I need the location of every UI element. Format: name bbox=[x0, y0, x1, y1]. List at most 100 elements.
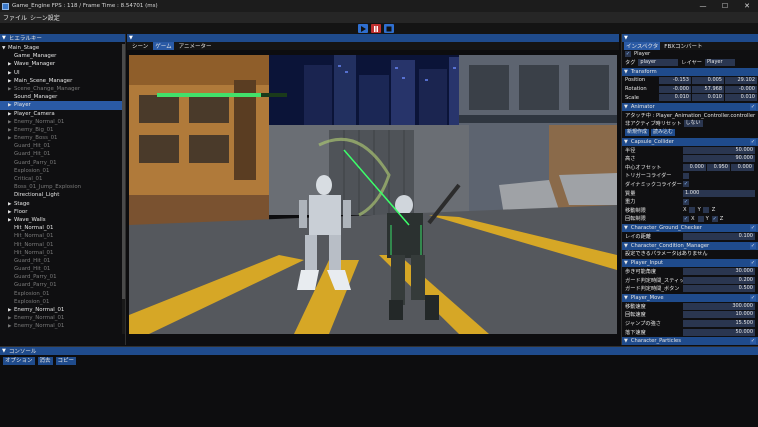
collapse-icon[interactable]: ▼ bbox=[624, 139, 628, 145]
console-options-button[interactable]: オプション bbox=[3, 357, 35, 365]
menu-file[interactable]: ファイル bbox=[3, 13, 27, 22]
hierarchy-item[interactable]: ▶ Main_Scene_Manager bbox=[0, 77, 123, 85]
component-enabled-checkbox[interactable]: ✓ bbox=[750, 138, 756, 145]
hierarchy-item[interactable]: Game_Manager bbox=[0, 52, 123, 60]
guard-stick-field[interactable]: 0.200 bbox=[683, 276, 755, 284]
hierarchy-item[interactable]: Guard_Hit_01 bbox=[0, 150, 123, 158]
hierarchy-item[interactable]: ▼ Main_Stage bbox=[0, 44, 123, 52]
animator-reset-select[interactable]: しない bbox=[683, 120, 703, 128]
hierarchy-item[interactable]: ▶ Wave_Walls bbox=[0, 216, 123, 224]
hierarchy-item[interactable]: Guard_Hit_01 bbox=[0, 257, 123, 265]
hierarchy-item[interactable]: Explosion_01 bbox=[0, 290, 123, 298]
move-y-checkbox[interactable] bbox=[702, 207, 709, 214]
menu-scene-settings[interactable]: シーン設定 bbox=[30, 13, 60, 22]
capsule-collider-header[interactable]: ▼ Capsule_Collider ✓ bbox=[622, 137, 758, 146]
hierarchy-header[interactable]: ▼ ヒエラルキー bbox=[0, 34, 125, 42]
new-controller-button[interactable]: 新規作成 bbox=[625, 128, 650, 136]
hierarchy-item[interactable]: Hit_Normal_01 bbox=[0, 249, 123, 257]
hierarchy-item[interactable]: ▶ Enemy_Normal_01 bbox=[0, 314, 123, 322]
component-enabled-checkbox[interactable]: ✓ bbox=[750, 103, 756, 110]
game-viewport[interactable] bbox=[129, 55, 617, 334]
center-z-field[interactable]: 0.000 bbox=[731, 163, 754, 171]
condition-manager-header[interactable]: ▼ Character_Condition_Manager ✓ bbox=[622, 241, 758, 250]
scale-y-field[interactable]: 0.010 bbox=[692, 94, 724, 102]
collapse-icon[interactable]: ▼ bbox=[624, 104, 628, 110]
tab-inspector[interactable]: インスペクタ bbox=[624, 42, 661, 50]
walk-angle-field[interactable]: 30.000 bbox=[683, 268, 755, 276]
tag-select[interactable]: player bbox=[638, 59, 679, 67]
collapse-icon[interactable]: ▼ bbox=[624, 225, 628, 231]
player-move-header[interactable]: ▼ Player_Move ✓ bbox=[622, 294, 758, 303]
component-enabled-checkbox[interactable]: ✓ bbox=[750, 260, 756, 267]
gravity-checkbox[interactable]: ✓ bbox=[683, 198, 689, 205]
rotation-x-field[interactable]: -0.000 bbox=[659, 85, 691, 93]
collapse-icon[interactable]: ▼ bbox=[624, 243, 628, 249]
hierarchy-item[interactable]: ▶ Enemy_Normal_01 bbox=[0, 118, 123, 126]
hierarchy-item[interactable]: ▶ Enemy_Normal_01 bbox=[0, 322, 123, 330]
player-input-header[interactable]: ▼ Player_Input ✓ bbox=[622, 259, 758, 268]
object-name[interactable]: Player bbox=[634, 51, 650, 57]
hierarchy-item[interactable]: ▶ Player_Camera bbox=[0, 110, 123, 118]
ray-distance-field[interactable]: 0.100 bbox=[683, 232, 755, 240]
hierarchy-item[interactable]: ▶ Enemy_Normal_01 bbox=[0, 306, 123, 314]
transform-header[interactable]: ▼ Transform bbox=[622, 68, 758, 77]
animator-header[interactable]: ▼ Animator ✓ bbox=[622, 102, 758, 111]
move-speed-field[interactable]: 300.000 bbox=[683, 302, 755, 310]
stop-button[interactable] bbox=[384, 24, 394, 33]
rotate-speed-field[interactable]: 10.000 bbox=[683, 311, 755, 319]
load-controller-button[interactable]: 読み込む bbox=[651, 128, 676, 136]
component-enabled-checkbox[interactable]: ✓ bbox=[750, 225, 756, 232]
console-copy-button[interactable]: コピー bbox=[55, 357, 77, 365]
fall-speed-field[interactable]: 50.000 bbox=[683, 328, 755, 336]
trigger-checkbox[interactable] bbox=[683, 172, 689, 179]
hierarchy-item[interactable]: ▶ Scene_Change_Manager bbox=[0, 85, 123, 93]
collapse-icon[interactable]: ▼ bbox=[2, 35, 6, 41]
maximize-button[interactable]: ☐ bbox=[714, 0, 736, 12]
hierarchy-item[interactable]: Guard_Hit_01 bbox=[0, 142, 123, 150]
rot-x-checkbox[interactable]: ✓ bbox=[683, 215, 689, 222]
hierarchy-item[interactable]: Boss_01_Jump_Explosion bbox=[0, 183, 123, 191]
close-button[interactable]: ✕ bbox=[736, 0, 758, 12]
hierarchy-item[interactable]: ▶ Wave_Manager bbox=[0, 60, 123, 68]
hierarchy-item[interactable]: Guard_Parry_01 bbox=[0, 159, 123, 167]
center-x-field[interactable]: 0.000 bbox=[683, 163, 706, 171]
hierarchy-item[interactable]: Directional_Light bbox=[0, 191, 123, 199]
console-clear-button[interactable]: 消去 bbox=[37, 357, 53, 365]
hierarchy-item[interactable]: Guard_Parry_01 bbox=[0, 273, 123, 281]
hierarchy-item[interactable]: ▶ Enemy_Big_01 bbox=[0, 126, 123, 134]
tab-fbx-convert[interactable]: FBXコンバート bbox=[662, 42, 704, 50]
collapse-icon[interactable]: ▼ bbox=[624, 35, 628, 41]
collapse-icon[interactable]: ▼ bbox=[2, 348, 6, 354]
play-button[interactable] bbox=[358, 24, 368, 33]
component-enabled-checkbox[interactable]: ✓ bbox=[750, 242, 756, 249]
rotation-y-field[interactable]: 57.968 bbox=[692, 85, 724, 93]
hierarchy-item[interactable]: Guard_Hit_01 bbox=[0, 265, 123, 273]
hierarchy-item[interactable]: Explosion_01 bbox=[0, 167, 123, 175]
center-y-field[interactable]: 0.950 bbox=[707, 163, 730, 171]
hierarchy-item[interactable]: ▶ Stage bbox=[0, 200, 123, 208]
rot-z-checkbox[interactable]: ✓ bbox=[711, 215, 718, 222]
active-checkbox[interactable]: ✓ bbox=[625, 51, 631, 58]
mass-field[interactable]: 1.000 bbox=[683, 189, 755, 197]
minimize-button[interactable]: — bbox=[692, 0, 714, 12]
collapse-icon[interactable]: ▼ bbox=[624, 69, 628, 75]
hierarchy-item[interactable]: Sound_Manager bbox=[0, 93, 123, 101]
dynamic-checkbox[interactable]: ✓ bbox=[683, 181, 689, 188]
collapse-icon[interactable]: ▼ bbox=[624, 295, 628, 301]
scrollbar-thumb[interactable] bbox=[122, 44, 125, 299]
tab-scene[interactable]: シーン bbox=[130, 42, 150, 50]
hierarchy-scrollbar[interactable] bbox=[122, 44, 125, 334]
scale-z-field[interactable]: 0.010 bbox=[725, 94, 757, 102]
height-field[interactable]: 90.000 bbox=[683, 155, 755, 163]
hierarchy-item[interactable]: Guard_Parry_01 bbox=[0, 281, 123, 289]
tab-animator[interactable]: アニメーター bbox=[177, 42, 214, 50]
component-enabled-checkbox[interactable]: ✓ bbox=[750, 338, 756, 345]
scale-x-field[interactable]: 0.010 bbox=[659, 94, 691, 102]
ground-checker-header[interactable]: ▼ Character_Ground_Checker ✓ bbox=[622, 224, 758, 233]
rotation-z-field[interactable]: -0.000 bbox=[725, 85, 757, 93]
radius-field[interactable]: 50.000 bbox=[683, 146, 755, 154]
position-z-field[interactable]: 29.102 bbox=[725, 76, 757, 84]
pause-button[interactable] bbox=[371, 24, 381, 33]
hierarchy-item[interactable]: ▶ Floor bbox=[0, 208, 123, 216]
particles-header[interactable]: ▼ Character_Particles ✓ bbox=[622, 337, 758, 345]
